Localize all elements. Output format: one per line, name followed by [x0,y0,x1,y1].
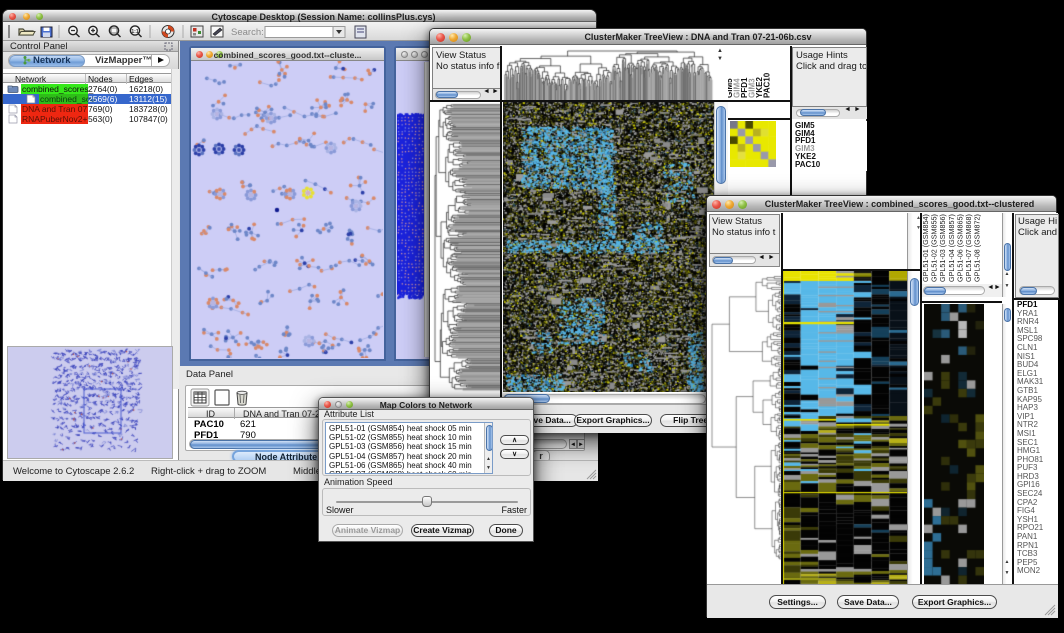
svg-text:Search:: Search: [231,27,264,38]
svg-text:PAC10: PAC10 [763,72,772,98]
svg-text:1:1: 1:1 [131,29,138,35]
svg-text:GPL51-08 (GSM872): GPL51-08 (GSM872) [973,214,982,282]
